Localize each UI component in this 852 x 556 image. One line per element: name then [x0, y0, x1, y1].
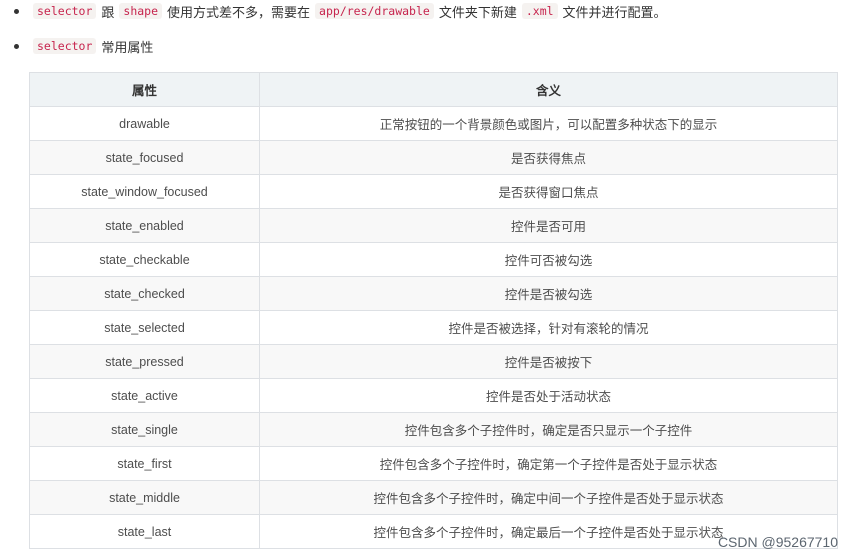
attribute-cell: state_last [29, 514, 260, 549]
table-row: state_enabled 控件是否可用 [29, 208, 838, 243]
text: 常用属性 [101, 39, 154, 55]
bullet-line-1: selector 跟 shape 使用方式差不多，需要在 app/res/dra… [14, 0, 669, 22]
table-row: state_active 控件是否处于活动状态 [29, 378, 838, 413]
meaning-cell: 正常按钮的一个背景颜色或图片，可以配置多种状态下的显示 [259, 106, 838, 141]
attribute-cell: state_checked [29, 276, 260, 311]
bullet-icon [14, 43, 19, 49]
table-row: state_window_focused 是否获得窗口焦点 [29, 174, 838, 209]
text: 文件夹下新建 [438, 4, 517, 20]
meaning-cell: 控件包含多个子控件时，确定是否只显示一个子控件 [259, 412, 838, 447]
meaning-cell: 是否获得窗口焦点 [259, 174, 838, 209]
table-row: state_middle 控件包含多个子控件时，确定中间一个子控件是否处于显示状态 [29, 480, 838, 515]
text: 跟 [101, 4, 115, 20]
meaning-cell: 是否获得焦点 [259, 140, 838, 175]
attribute-cell: state_enabled [29, 208, 260, 243]
meaning-cell: 控件是否被勾选 [259, 276, 838, 311]
inline-code: app/res/drawable [315, 3, 434, 19]
meaning-cell: 控件是否处于活动状态 [259, 378, 838, 413]
table-row: state_checked 控件是否被勾选 [29, 276, 838, 311]
attribute-cell: state_selected [29, 310, 260, 345]
table-header-row: 属性 含义 [29, 72, 838, 107]
attribute-cell: state_pressed [29, 344, 260, 379]
meaning-cell: 控件包含多个子控件时，确定中间一个子控件是否处于显示状态 [259, 480, 838, 515]
meaning-cell: 控件可否被勾选 [259, 242, 838, 277]
inline-code: shape [119, 3, 163, 19]
table-row: state_focused 是否获得焦点 [29, 140, 838, 175]
attribute-cell: state_single [29, 412, 260, 447]
bullet-line-2: selector 常用属性 [14, 35, 155, 57]
attribute-cell: state_focused [29, 140, 260, 175]
table-row: state_last 控件包含多个子控件时，确定最后一个子控件是否处于显示状态 [29, 514, 838, 549]
attribute-cell: state_middle [29, 480, 260, 515]
attributes-table: 属性 含义 drawable 正常按钮的一个背景颜色或图片，可以配置多种状态下的显… [29, 72, 838, 549]
meaning-cell: 控件包含多个子控件时，确定第一个子控件是否处于显示状态 [259, 446, 838, 481]
table-row: state_pressed 控件是否被按下 [29, 344, 838, 379]
text: 文件并进行配置。 [562, 4, 667, 20]
watermark: CSDN @95267710 [717, 534, 838, 550]
text: 使用方式差不多，需要在 [167, 4, 311, 20]
attribute-cell: drawable [29, 106, 260, 141]
table-row: state_selected 控件是否被选择，针对有滚轮的情况 [29, 310, 838, 345]
table-row: state_first 控件包含多个子控件时，确定第一个子控件是否处于显示状态 [29, 446, 838, 481]
attribute-cell: state_checkable [29, 242, 260, 277]
inline-code: selector [33, 3, 97, 19]
meaning-cell: 控件是否可用 [259, 208, 838, 243]
bullet-icon [14, 8, 19, 14]
attribute-cell: state_window_focused [29, 174, 260, 209]
attribute-cell: state_active [29, 378, 260, 413]
table-row: drawable 正常按钮的一个背景颜色或图片，可以配置多种状态下的显示 [29, 106, 838, 141]
attribute-cell: state_first [29, 446, 260, 481]
meaning-cell: 控件是否被按下 [259, 344, 838, 379]
inline-code: .xml [521, 3, 558, 19]
meaning-cell: 控件是否被选择，针对有滚轮的情况 [259, 310, 838, 345]
header-meaning: 含义 [259, 72, 838, 107]
header-attribute: 属性 [29, 72, 260, 107]
table-row: state_single 控件包含多个子控件时，确定是否只显示一个子控件 [29, 412, 838, 447]
table-row: state_checkable 控件可否被勾选 [29, 242, 838, 277]
inline-code: selector [33, 38, 97, 54]
